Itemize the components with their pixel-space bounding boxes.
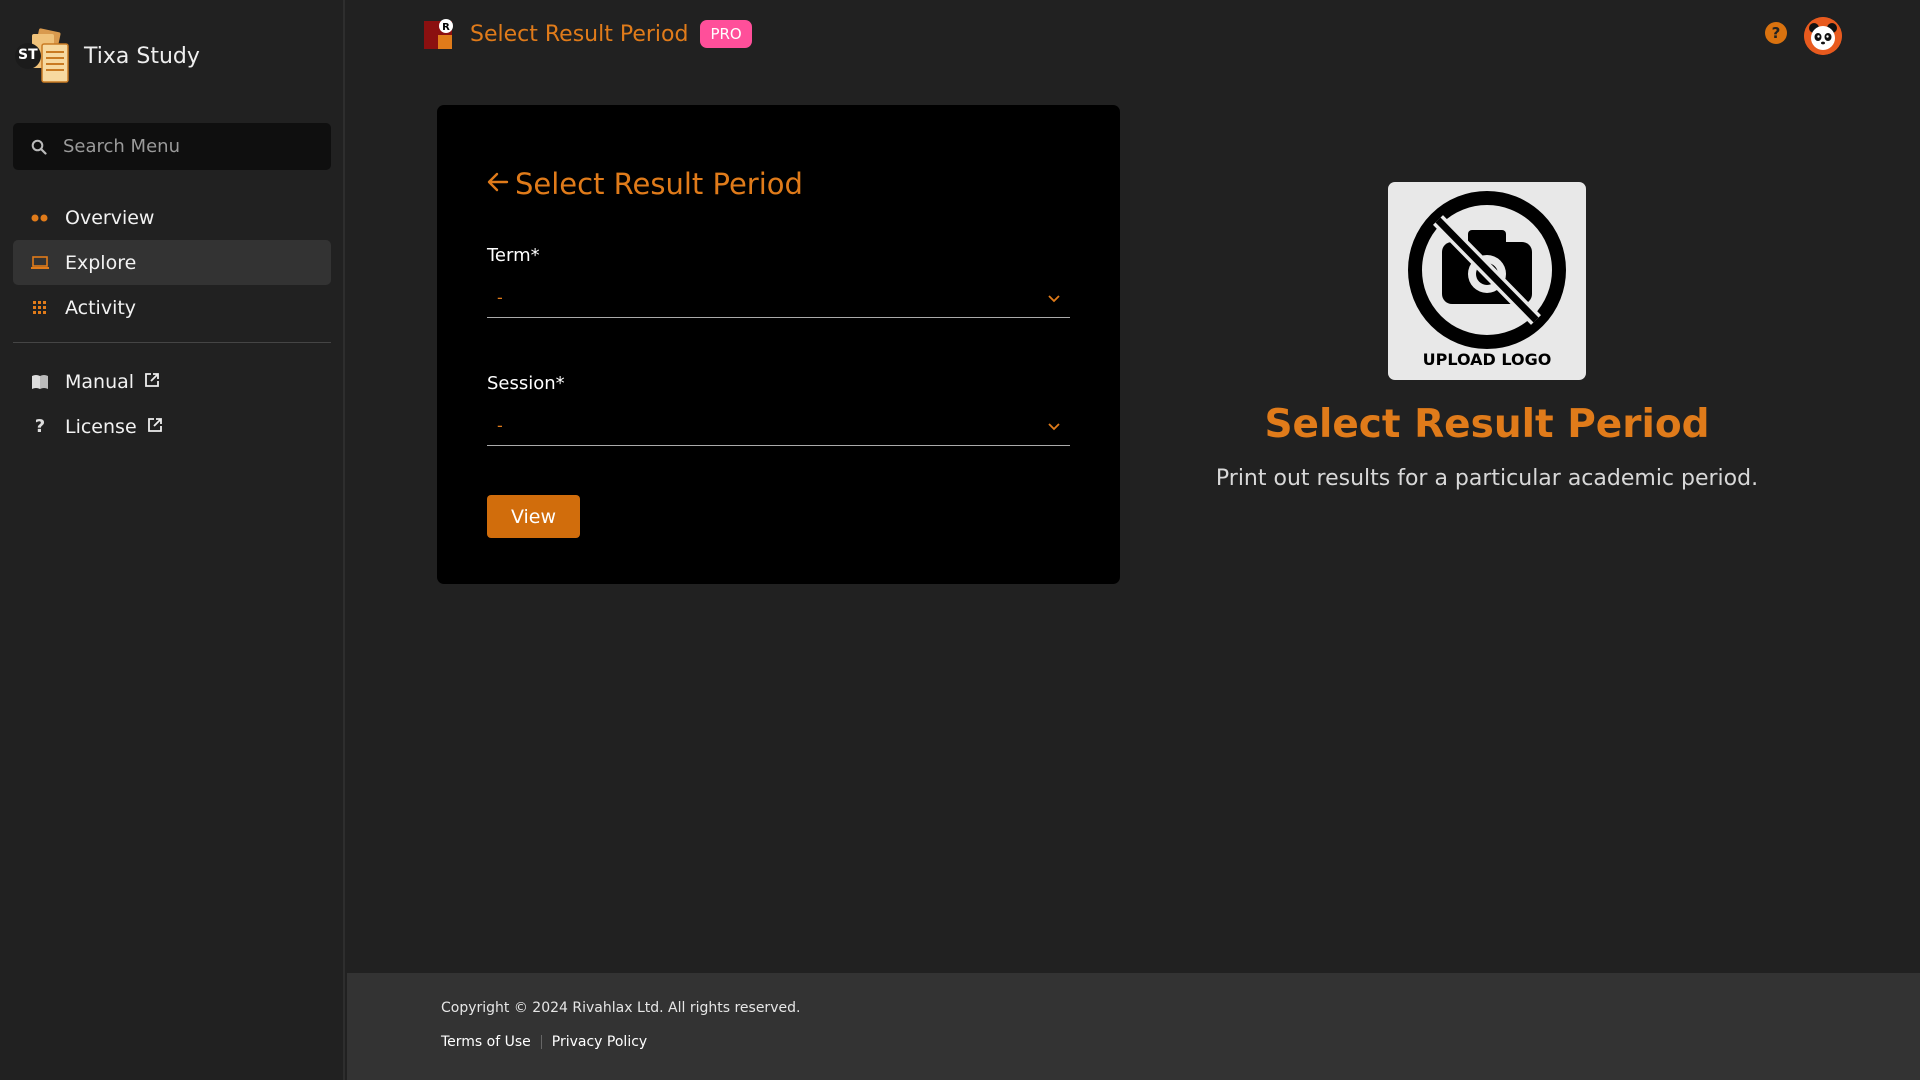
- privacy-link[interactable]: Privacy Policy: [552, 1034, 647, 1050]
- laptop-icon: [31, 254, 49, 272]
- term-label: Term*: [487, 245, 540, 266]
- footer-separator: [540, 1035, 542, 1049]
- terms-link[interactable]: Terms of Use: [441, 1034, 531, 1050]
- session-label: Session*: [487, 373, 565, 394]
- page-title: Select Result Period: [470, 21, 689, 47]
- info-description: Print out results for a particular acade…: [1215, 466, 1759, 491]
- upload-logo[interactable]: UPLOAD LOGO: [1388, 182, 1586, 380]
- brand-name: Tixa Study: [84, 43, 200, 69]
- sidebar-item-label: License: [65, 415, 137, 438]
- dots-icon: [31, 209, 49, 227]
- result-period-form: Select Result Period Term* - Session* - …: [437, 105, 1120, 584]
- session-value: -: [497, 416, 503, 435]
- form-title-row: Select Result Period: [487, 167, 803, 201]
- upload-logo-caption: UPLOAD LOGO: [1422, 350, 1552, 369]
- book-icon: [31, 373, 49, 391]
- search-box: [13, 123, 331, 170]
- term-value: -: [497, 288, 503, 307]
- brand-logo: ST: [14, 26, 74, 86]
- svg-text:R: R: [442, 22, 450, 33]
- term-field: Term* -: [487, 245, 1070, 318]
- chevron-down-icon: [1048, 288, 1060, 307]
- question-icon: ?: [34, 416, 46, 437]
- view-button[interactable]: View: [487, 495, 580, 538]
- pro-badge: PRO: [700, 20, 752, 48]
- app-icon: R: [422, 18, 454, 50]
- sidebar: ST Tixa Study Overview Explore: [0, 0, 345, 1080]
- grid-icon: [31, 299, 49, 317]
- copyright: Copyright © 2024 Rivahlax Ltd. All right…: [441, 1000, 801, 1016]
- sidebar-item-label: Activity: [65, 296, 137, 319]
- page-header: R Select Result Period PRO: [422, 18, 752, 50]
- back-arrow-icon[interactable]: [487, 171, 509, 197]
- sidebar-item-overview[interactable]: Overview: [13, 195, 331, 240]
- sidebar-item-explore[interactable]: Explore: [13, 240, 331, 285]
- term-select[interactable]: -: [487, 278, 1070, 318]
- search-icon: [31, 139, 47, 155]
- sidebar-link-manual[interactable]: Manual: [13, 359, 331, 404]
- avatar[interactable]: [1804, 17, 1842, 55]
- external-link-icon: [144, 372, 160, 392]
- chevron-down-icon: [1048, 416, 1060, 435]
- external-link-icon: [147, 417, 163, 437]
- info-title: Select Result Period: [1264, 402, 1710, 447]
- nav-divider: [13, 342, 331, 343]
- form-title: Select Result Period: [515, 167, 803, 201]
- sidebar-nav: Overview Explore Activity Manual ? Licen…: [13, 195, 331, 449]
- session-field: Session* -: [487, 373, 1070, 446]
- panda-icon: [1804, 17, 1842, 55]
- footer-links: Terms of Use Privacy Policy: [441, 1034, 647, 1050]
- sidebar-item-activity[interactable]: Activity: [13, 285, 331, 330]
- brand-initials: ST: [18, 47, 38, 63]
- sidebar-link-license[interactable]: ? License: [13, 404, 331, 449]
- sidebar-item-label: Overview: [65, 206, 155, 229]
- sidebar-item-label: Manual: [65, 370, 135, 393]
- brand[interactable]: ST Tixa Study: [14, 26, 200, 86]
- footer: Copyright © 2024 Rivahlax Ltd. All right…: [347, 973, 1920, 1080]
- search-input[interactable]: [63, 136, 323, 157]
- session-select[interactable]: -: [487, 406, 1070, 446]
- sidebar-item-label: Explore: [65, 251, 137, 274]
- help-icon[interactable]: ?: [1765, 22, 1787, 44]
